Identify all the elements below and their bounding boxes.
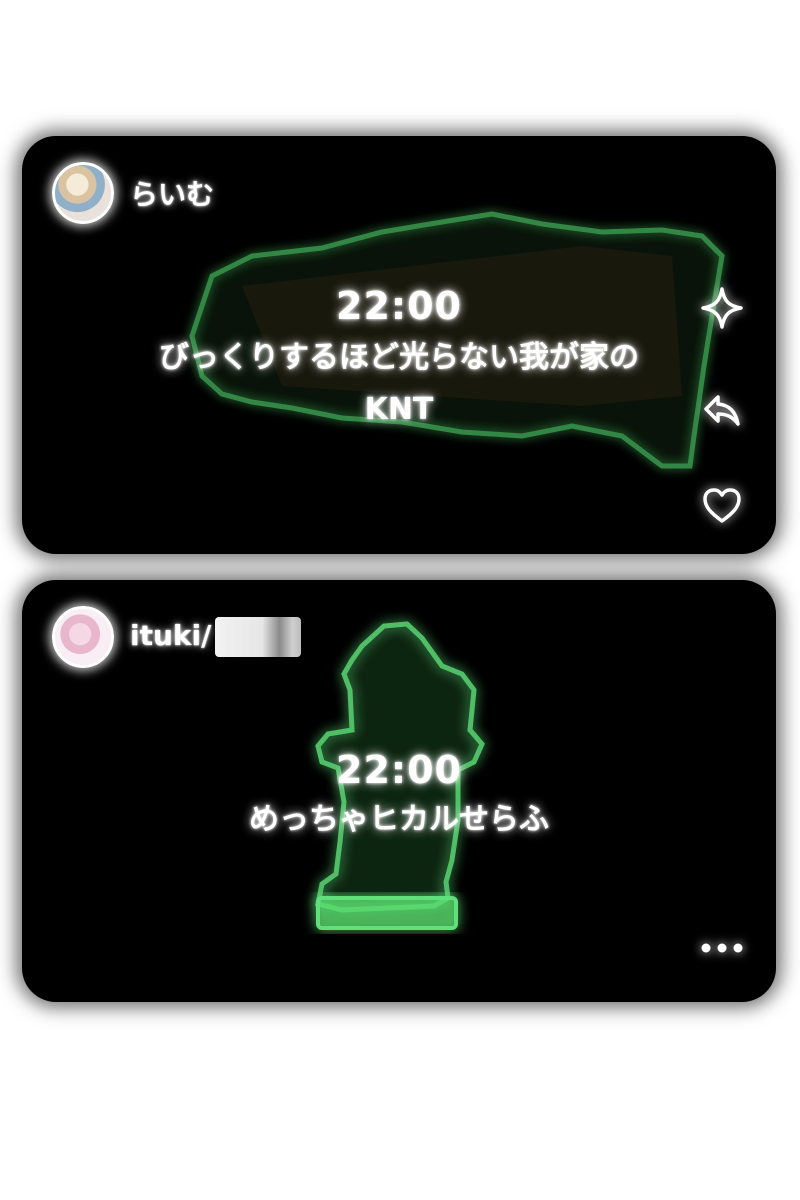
caption-line: KNT bbox=[364, 392, 434, 427]
reply-arrow-icon bbox=[704, 395, 740, 426]
author-avatar[interactable] bbox=[52, 606, 114, 668]
post-time: 22:00 bbox=[336, 748, 462, 792]
like-button[interactable] bbox=[696, 480, 748, 532]
sparkle-icon bbox=[701, 287, 743, 329]
post-time: 22:00 bbox=[336, 284, 462, 328]
sparkle-button[interactable] bbox=[696, 282, 748, 334]
author-name-text: ituki/ bbox=[130, 619, 212, 652]
author-name[interactable]: ituki/ bbox=[130, 617, 302, 657]
caption-line: びっくりするほど光らない我が家の bbox=[159, 340, 639, 375]
post-caption: びっくりするほど光らない我が家の KNT bbox=[82, 332, 716, 436]
post-author[interactable]: らいむ bbox=[52, 162, 214, 224]
redacted-name-block bbox=[215, 617, 302, 657]
author-name[interactable]: らいむ bbox=[130, 173, 214, 213]
post-card[interactable]: らいむ 22:00 びっくりするほど光らない我が家の KNT bbox=[22, 136, 776, 554]
reply-button[interactable] bbox=[696, 384, 748, 436]
more-options-button[interactable] bbox=[696, 922, 748, 974]
caption-line: めっちゃヒカルせらふ bbox=[249, 802, 549, 837]
post-caption: めっちゃヒカルせらふ bbox=[82, 794, 716, 846]
heart-icon bbox=[703, 488, 741, 523]
post-card[interactable]: ituki/ 22:00 めっちゃヒカルせらふ bbox=[22, 580, 776, 1002]
author-avatar[interactable] bbox=[52, 162, 114, 224]
more-dots-icon bbox=[701, 943, 743, 953]
post-author[interactable]: ituki/ bbox=[52, 606, 302, 668]
